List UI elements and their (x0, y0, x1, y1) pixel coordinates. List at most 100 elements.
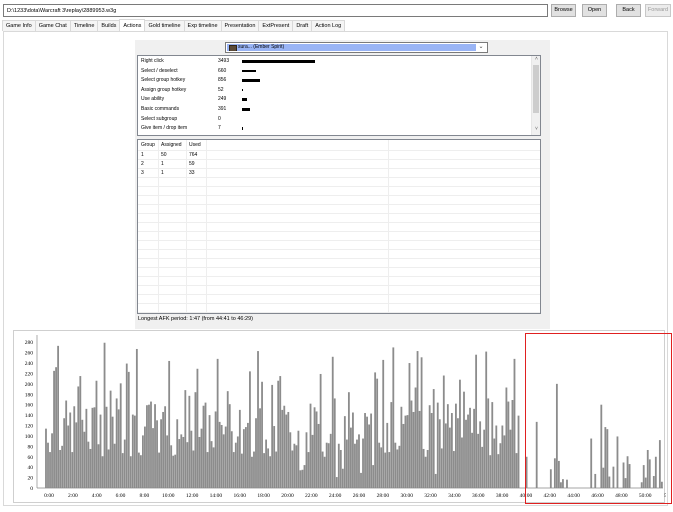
apm-bar (354, 443, 356, 488)
apm-bar (428, 405, 431, 488)
apm-bar (410, 400, 413, 488)
apm-bar (505, 387, 508, 488)
column-header[interactable]: Assigned (161, 141, 182, 150)
apm-bar (497, 454, 500, 488)
apm-bar (408, 363, 411, 488)
grid-row-line (138, 294, 540, 295)
apm-bar (368, 424, 370, 488)
action-label: Give item / drop item (141, 125, 188, 132)
apm-bar (150, 401, 152, 488)
back-button[interactable]: Back (616, 4, 641, 17)
open-button[interactable]: Open (582, 4, 607, 17)
column-header[interactable]: Used (189, 141, 201, 150)
action-row[interactable]: Use ability 249 (141, 95, 531, 104)
apm-bar (218, 421, 221, 488)
apm-bar (200, 428, 203, 488)
tab-exp-timeline[interactable]: Exp timeline (183, 20, 222, 31)
grid-row-line (138, 249, 540, 250)
scroll-down-icon[interactable]: ˅ (532, 126, 541, 132)
grid-row-line (138, 267, 540, 268)
action-row[interactable]: Basic commands 391 (141, 105, 531, 114)
apm-bar (463, 391, 465, 488)
apm-bar (69, 412, 72, 488)
tab-extpresent[interactable]: ExtPresent (258, 20, 294, 31)
tab-gold-timeline[interactable]: Gold timeline (144, 20, 185, 31)
player-select[interactable]: sura... (Ember Spirit) ⌄ (225, 42, 488, 53)
x-tick-label: 22:00 (305, 493, 318, 499)
chevron-down-icon[interactable]: ⌄ (476, 43, 486, 52)
apm-bar (164, 406, 167, 488)
apm-bar (507, 401, 510, 488)
apm-bar (190, 430, 193, 488)
browse-button[interactable]: Browse (551, 4, 576, 17)
tab-game-chat[interactable]: Game Chat (34, 20, 71, 31)
tab-presentation[interactable]: Presentation (220, 20, 260, 31)
tab-actions[interactable]: Actions (119, 19, 146, 31)
apm-bar (115, 398, 118, 488)
action-row[interactable]: Select subgroup 0 (141, 115, 531, 124)
apm-bar (117, 409, 120, 488)
apm-bar (133, 415, 136, 488)
apm-bar (384, 452, 387, 488)
apm-bar (323, 456, 326, 488)
apm-bar (156, 420, 158, 488)
apm-bar (450, 413, 453, 488)
action-row[interactable]: Right click 3493 (141, 57, 531, 66)
action-label: Select group hotkey (141, 77, 186, 84)
apm-bar (176, 419, 179, 488)
column-header[interactable]: Group (141, 141, 155, 150)
apm-bar (511, 400, 514, 488)
scrollbar-thumb[interactable] (533, 65, 539, 113)
tab-timeline[interactable]: Timeline (69, 20, 99, 31)
apm-bar (341, 468, 344, 488)
action-label: Assign group hotkey (141, 86, 187, 93)
apm-bar (123, 439, 126, 488)
apm-bar (515, 453, 518, 488)
scroll-up-icon[interactable]: ˄ (532, 56, 541, 62)
tab-builds[interactable]: Builds (97, 20, 121, 31)
apm-bar (158, 452, 160, 488)
apm-bar (513, 358, 516, 488)
action-count: 7 (218, 125, 221, 132)
tab-draft[interactable]: Draft (292, 20, 313, 31)
apm-bar (360, 472, 362, 488)
replay-path-input[interactable]: D:\1233\dota\Warcraft 3\replay\2889953.w… (3, 4, 548, 17)
grid-column-line (388, 140, 389, 313)
apm-bar (121, 453, 124, 488)
apm-bar (432, 389, 435, 488)
apm-bar (416, 351, 419, 488)
apm-bar (400, 406, 403, 488)
tab-game-info[interactable]: Game Info (2, 20, 36, 31)
grid-column-line (186, 140, 187, 313)
y-tick-label: 220 (25, 371, 34, 377)
tab-action-log[interactable]: Action Log (311, 20, 346, 31)
apm-bar (148, 404, 150, 488)
apm-bar (139, 455, 142, 488)
apm-bar (459, 379, 461, 488)
apm-bar (293, 443, 296, 488)
x-tick-label: 10:00 (162, 493, 175, 499)
groups-table: Group Assigned Used 1 50 764 2 1 59 3 1 33 (137, 139, 541, 314)
apm-bar (160, 419, 162, 488)
apm-bar (273, 426, 276, 488)
action-row[interactable]: Select / deselect 660 (141, 67, 531, 76)
apm-bar (154, 404, 156, 488)
actions-scrollbar[interactable]: ˄ ˅ (531, 56, 540, 135)
x-tick-label: 16:00 (234, 493, 247, 499)
action-row[interactable]: Select group hotkey 856 (141, 76, 531, 85)
apm-bar (442, 375, 445, 488)
apm-bar (146, 405, 148, 488)
apm-bar (269, 456, 272, 488)
apm-bar (142, 435, 144, 488)
grid-row-line (138, 186, 540, 187)
apm-bar (503, 435, 506, 488)
action-row[interactable]: Give item / drop item 7 (141, 124, 531, 133)
apm-bar (481, 446, 484, 488)
action-bar (242, 88, 244, 92)
actions-list[interactable]: ˄ ˅ Right click 3493 Select / deselect 660 S… (137, 55, 541, 136)
apm-bar (91, 407, 94, 488)
action-row[interactable]: Assign group hotkey 52 (141, 86, 531, 95)
apm-bar (374, 372, 377, 488)
apm-bar (194, 392, 197, 488)
apm-bar (188, 395, 191, 488)
